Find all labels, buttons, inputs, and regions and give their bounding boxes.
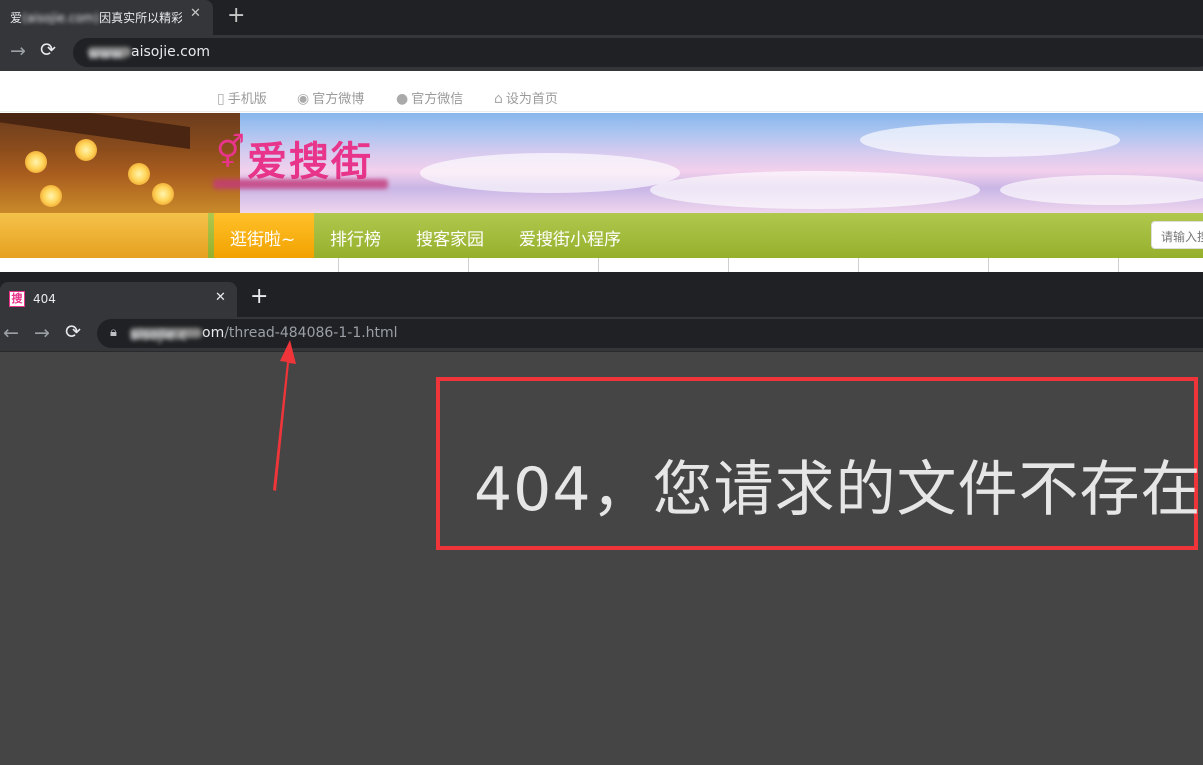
browser-tab[interactable]: 爱(aisojie.com)因真实所以精彩 ✕ — [0, 0, 213, 35]
palace-illustration — [0, 113, 240, 213]
address-text: aisojie.c om/thread-484086-1-1.html — [130, 325, 398, 344]
cloud-decoration — [420, 153, 680, 193]
blurred-text: www. — [88, 47, 131, 63]
cloud-decoration — [650, 171, 980, 209]
close-icon[interactable]: ✕ — [215, 290, 226, 305]
tab-strip: 搜 404 ✕ + — [0, 272, 1203, 317]
blurred-text: aisojie.c — [130, 328, 202, 344]
browser-window-2: 搜 404 ✕ + ← → ⟳ 🔒︎ aisojie.c om/thread-48… — [0, 272, 1203, 765]
site-top-links: ▯ 手机版 ◉ 官方微博 ● 官方微信 ⌂ 设为首页 — [0, 76, 1203, 112]
address-bar[interactable]: 🔒︎ aisojie.c om/thread-484086-1-1.html — [97, 319, 1203, 348]
site-favicon-icon: 搜 — [9, 291, 25, 307]
cloud-decoration — [1000, 175, 1203, 205]
top-link-wechat[interactable]: ● 官方微信 — [396, 88, 463, 107]
lantern-decoration — [25, 151, 47, 173]
browser-tab[interactable]: 搜 404 ✕ — [0, 282, 237, 317]
divider — [1118, 258, 1119, 272]
cloud-decoration — [860, 123, 1120, 157]
phone-icon: ▯ — [217, 91, 225, 107]
new-tab-button[interactable]: + — [250, 284, 268, 309]
nav-item-community[interactable]: 搜客家园 — [416, 225, 484, 250]
divider — [598, 258, 599, 272]
divider — [728, 258, 729, 272]
annotation-highlight-box: 404，您请求的文件不存在! — [436, 377, 1203, 550]
lantern-decoration — [128, 163, 150, 185]
tab-title: 404 — [33, 292, 56, 306]
divider — [858, 258, 859, 272]
site-banner: ⚥ 爱搜街 — [0, 113, 1203, 213]
close-icon[interactable]: ✕ — [190, 6, 201, 21]
wechat-icon: ● — [396, 91, 409, 107]
logo-subtitle-blurred — [213, 179, 388, 189]
nav-item-shopping[interactable]: 逛街啦~ — [230, 225, 295, 250]
blurred-text: (aisojie.com) — [22, 11, 100, 25]
nav-item-miniprogram[interactable]: 爱搜街小程序 — [519, 225, 621, 250]
weibo-icon: ◉ — [297, 91, 310, 107]
new-tab-button[interactable]: + — [227, 3, 245, 28]
forward-icon[interactable]: → — [10, 40, 26, 62]
browser-toolbar: → ⟳ www. aisojie.com — [0, 35, 1203, 71]
address-path: /thread-484086-1-1.html — [224, 325, 398, 341]
tab-title: 爱(aisojie.com)因真实所以精彩 — [10, 11, 182, 25]
home-icon: ⌂ — [494, 91, 503, 107]
address-text: www. aisojie.com — [88, 44, 211, 63]
nav-left-decoration — [0, 213, 208, 258]
top-link-weibo[interactable]: ◉ 官方微博 — [297, 88, 364, 107]
lantern-decoration — [152, 183, 174, 205]
site-search-input[interactable]: 请输入搜索内容 — [1151, 221, 1203, 249]
site-nav: 逛街啦~ 排行榜 搜客家园 爱搜街小程序 请输入搜索内容 — [208, 213, 1203, 258]
divider — [468, 258, 469, 272]
back-icon[interactable]: ← — [3, 322, 19, 344]
tab-strip: 爱(aisojie.com)因真实所以精彩 ✕ + — [0, 0, 1203, 35]
lantern-decoration — [75, 139, 97, 161]
divider — [988, 258, 989, 272]
logo-symbol-icon: ⚥ — [216, 133, 245, 171]
forward-icon[interactable]: → — [34, 322, 50, 344]
site-logo[interactable]: ⚥ 爱搜街 — [213, 129, 403, 191]
lock-icon[interactable]: 🔒︎ — [110, 325, 117, 340]
sub-nav-strip — [208, 258, 1203, 272]
top-link-homepage[interactable]: ⌂ 设为首页 — [494, 88, 558, 107]
error-message: 404，您请求的文件不存在! — [474, 455, 1203, 525]
divider — [338, 258, 339, 272]
reload-icon[interactable]: ⟳ — [65, 321, 81, 343]
top-link-mobile[interactable]: ▯ 手机版 — [217, 88, 267, 107]
browser-toolbar: ← → ⟳ 🔒︎ aisojie.c om/thread-484086-1-1.h… — [0, 317, 1203, 352]
lantern-decoration — [40, 185, 62, 207]
website-page: ▯ 手机版 ◉ 官方微博 ● 官方微信 ⌂ 设为首页 ⚥ 爱搜街 逛街啦~ 排行… — [0, 71, 1203, 272]
reload-icon[interactable]: ⟳ — [40, 39, 56, 61]
browser-window-1: 爱(aisojie.com)因真实所以精彩 ✕ + → ⟳ www. aisoji… — [0, 0, 1203, 272]
nav-item-ranking[interactable]: 排行榜 — [330, 225, 381, 250]
address-bar[interactable]: www. aisojie.com — [73, 38, 1203, 67]
